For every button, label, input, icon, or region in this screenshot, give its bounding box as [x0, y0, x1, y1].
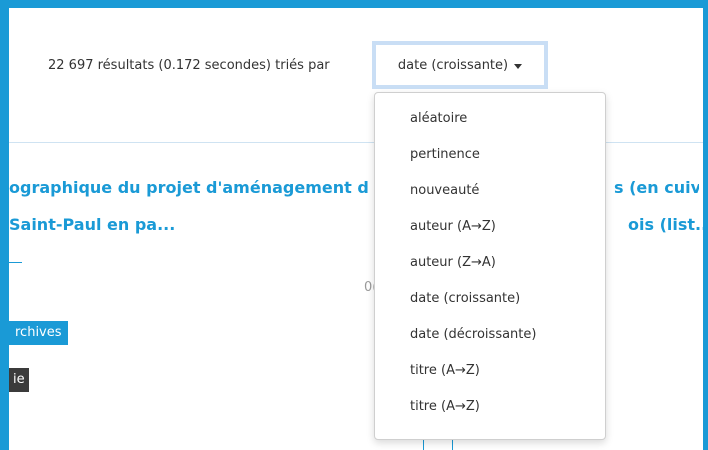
- sort-option-title-asc[interactable]: titre (A→Z): [375, 353, 605, 389]
- result-title-line-2[interactable]: Saint-Paul en pa...: [9, 215, 175, 234]
- result-title-text-1: ographique du projet d'aménagement d: [9, 178, 369, 197]
- column-line-right: [452, 440, 453, 450]
- sort-option-newest[interactable]: nouveauté: [375, 173, 605, 209]
- sort-dropdown-toggle[interactable]: date (croissante): [372, 41, 548, 89]
- sort-selected-label: date (croissante): [397, 57, 509, 73]
- result-underline: [9, 262, 22, 263]
- page-frame-left: [0, 0, 9, 450]
- sort-dropdown-menu: aléatoire pertinence nouveauté auteur (A…: [374, 92, 606, 440]
- sort-option-author-asc[interactable]: auteur (A→Z): [375, 209, 605, 245]
- result-title-text-1-right: s (en cuivre: [614, 178, 699, 197]
- sort-option-date-asc[interactable]: date (croissante): [375, 281, 605, 317]
- sort-option-random[interactable]: aléatoire: [375, 101, 605, 137]
- results-summary: 22 697 résultats (0.172 secondes) triés …: [48, 58, 330, 73]
- sort-option-author-desc[interactable]: auteur (Z→A): [375, 245, 605, 281]
- column-line-left: [423, 440, 424, 450]
- sort-option-date-desc[interactable]: date (décroissante): [375, 317, 605, 353]
- tag-category[interactable]: ie: [9, 368, 29, 392]
- tag-archives[interactable]: rchives: [9, 321, 68, 345]
- sort-option-title-asc-2[interactable]: titre (A→Z): [375, 389, 605, 425]
- result-title-line-2-right[interactable]: ois (list...: [628, 215, 708, 234]
- page-frame-top: [0, 0, 708, 8]
- sort-option-relevance[interactable]: pertinence: [375, 137, 605, 173]
- caret-down-icon: [514, 63, 523, 69]
